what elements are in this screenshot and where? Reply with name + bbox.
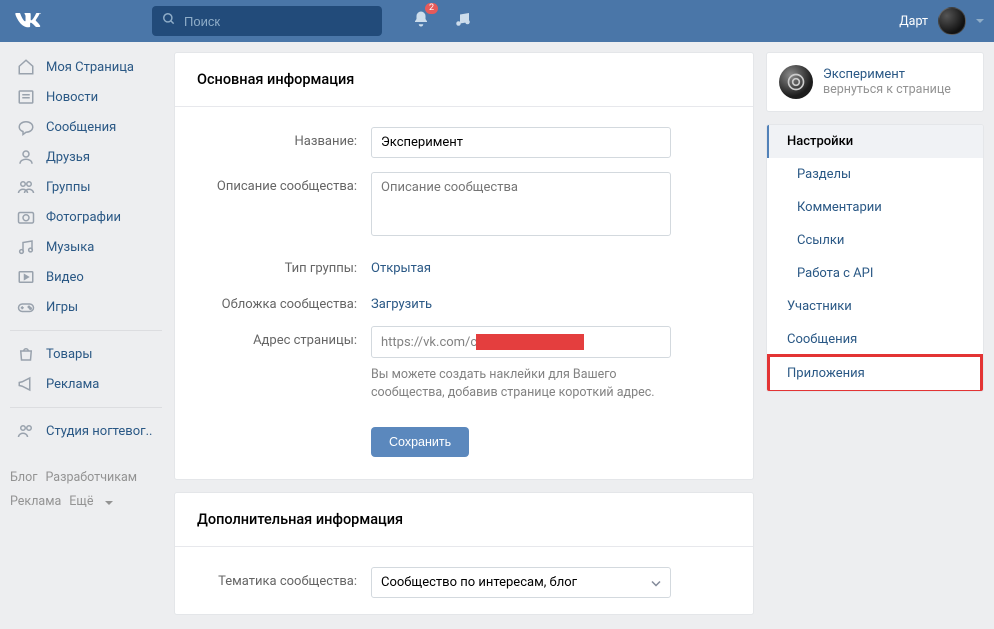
footer-blog[interactable]: Блог xyxy=(10,470,37,485)
nav-groups[interactable]: Группы xyxy=(10,172,162,202)
nav-videos[interactable]: Видео xyxy=(10,262,162,292)
addr-label: Адрес страницы: xyxy=(197,326,371,348)
bag-icon xyxy=(16,344,36,364)
menu-apps[interactable]: Приложения xyxy=(770,357,980,390)
music-top-icon[interactable] xyxy=(454,10,472,32)
cover-upload-link[interactable]: Загрузить xyxy=(371,290,432,312)
nav-studio[interactable]: Студия ногтевог.. xyxy=(10,416,162,446)
basic-info-card: Основная информация Название: Описание с… xyxy=(174,52,754,480)
grouptype-label: Тип группы: xyxy=(197,254,371,276)
groups-icon xyxy=(16,177,36,197)
name-label: Название: xyxy=(197,127,371,149)
nav-label: Моя Страница xyxy=(46,60,134,75)
menu-sections[interactable]: Разделы xyxy=(767,158,983,191)
community-back-link[interactable]: вернуться к странице xyxy=(823,82,951,97)
nav-label: Студия ногтевог.. xyxy=(46,424,152,439)
music-icon xyxy=(16,237,36,257)
right-sidebar: Эксперимент вернуться к странице Настрой… xyxy=(766,52,984,615)
home-icon xyxy=(16,57,36,77)
left-footer: Блог Разработчикам Реклама Ещё xyxy=(10,466,162,514)
search-input[interactable] xyxy=(184,14,372,29)
vk-logo[interactable] xyxy=(14,13,42,29)
desc-textarea[interactable] xyxy=(371,172,671,236)
search-box[interactable] xyxy=(152,6,382,36)
games-icon xyxy=(16,297,36,317)
nav-goods[interactable]: Товары xyxy=(10,339,162,369)
section-title-extra: Дополнительная информация xyxy=(175,493,753,547)
community-header[interactable]: Эксперимент вернуться к странице xyxy=(766,52,984,112)
menu-members[interactable]: Участники xyxy=(767,290,983,323)
nav-my-page[interactable]: Моя Страница xyxy=(10,52,162,82)
community-icon xyxy=(16,421,36,441)
community-avatar xyxy=(779,65,813,99)
settings-menu: Настройки Разделы Комментарии Ссылки Раб… xyxy=(766,124,984,392)
left-nav: Моя Страница Новости Сообщения Друзья Гр… xyxy=(10,52,162,615)
messages-icon xyxy=(16,117,36,137)
user-menu[interactable]: Дарт xyxy=(899,7,984,35)
topic-label: Тематика сообщества: xyxy=(197,567,371,589)
menu-messages[interactable]: Сообщения xyxy=(767,323,983,356)
friends-icon xyxy=(16,147,36,167)
redacted-block xyxy=(476,334,584,350)
footer-devs[interactable]: Разработчикам xyxy=(45,470,137,485)
main-content: Основная информация Название: Описание с… xyxy=(174,52,754,615)
section-title-basic: Основная информация xyxy=(175,53,753,107)
footer-more[interactable]: Ещё xyxy=(69,494,120,509)
user-avatar xyxy=(938,7,966,35)
video-icon xyxy=(16,267,36,287)
nav-news[interactable]: Новости xyxy=(10,82,162,112)
nav-divider xyxy=(10,407,162,408)
save-button[interactable]: Сохранить xyxy=(371,427,469,457)
nav-music[interactable]: Музыка xyxy=(10,232,162,262)
desc-label: Описание сообщества: xyxy=(197,172,371,194)
name-input[interactable] xyxy=(371,127,671,158)
cover-label: Обложка сообщества: xyxy=(197,290,371,312)
search-icon xyxy=(162,12,176,30)
menu-api[interactable]: Работа с API xyxy=(767,257,983,290)
notifications-badge: 2 xyxy=(425,3,438,14)
topic-select[interactable]: Сообщество по интересам, блог xyxy=(371,567,671,598)
megaphone-icon xyxy=(16,374,36,394)
topbar: 2 Дарт xyxy=(0,0,994,42)
address-prefix: https://vk.com/c xyxy=(381,335,477,350)
nav-label: Группы xyxy=(46,180,90,195)
nav-label: Музыка xyxy=(46,240,94,255)
nav-label: Новости xyxy=(46,90,98,105)
news-icon xyxy=(16,87,36,107)
username: Дарт xyxy=(899,14,928,29)
menu-settings[interactable]: Настройки xyxy=(767,125,983,158)
menu-comments[interactable]: Комментарии xyxy=(767,191,983,224)
footer-ads[interactable]: Реклама xyxy=(10,494,61,509)
nav-label: Видео xyxy=(46,270,84,285)
extra-info-card: Дополнительная информация Тематика сообщ… xyxy=(174,492,754,615)
camera-icon xyxy=(16,207,36,227)
nav-label: Друзья xyxy=(46,150,90,165)
nav-label: Товары xyxy=(46,347,92,362)
nav-divider xyxy=(10,330,162,331)
highlight-apps: Приложения xyxy=(767,354,983,392)
address-input[interactable]: https://vk.com/c xyxy=(371,326,671,358)
nav-label: Игры xyxy=(46,300,78,315)
nav-ads[interactable]: Реклама xyxy=(10,369,162,399)
nav-label: Фотографии xyxy=(46,210,121,225)
nav-photos[interactable]: Фотографии xyxy=(10,202,162,232)
address-hint: Вы можете создать наклейки для Вашего со… xyxy=(371,366,671,401)
chevron-down-icon xyxy=(976,19,984,23)
notifications-icon[interactable]: 2 xyxy=(412,9,430,33)
nav-messages[interactable]: Сообщения xyxy=(10,112,162,142)
grouptype-link[interactable]: Открытая xyxy=(371,254,431,276)
menu-links[interactable]: Ссылки xyxy=(767,224,983,257)
community-name: Эксперимент xyxy=(823,67,951,82)
nav-label: Сообщения xyxy=(46,120,116,135)
nav-label: Реклама xyxy=(46,377,99,392)
nav-friends[interactable]: Друзья xyxy=(10,142,162,172)
nav-games[interactable]: Игры xyxy=(10,292,162,322)
